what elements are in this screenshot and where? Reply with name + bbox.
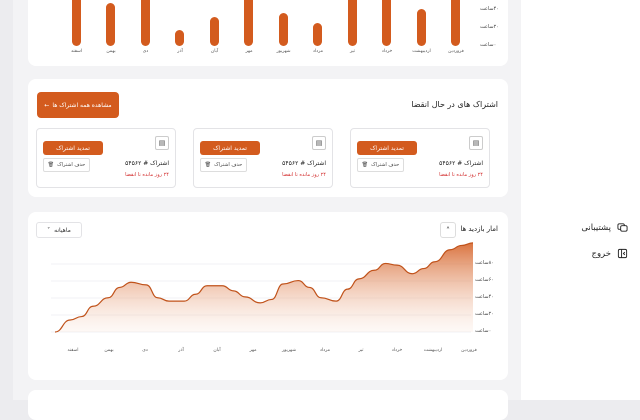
bar xyxy=(71,0,81,46)
renew-subscription-button[interactable]: تمدید اشتراک xyxy=(200,141,260,155)
renew-subscription-button[interactable]: تمدید اشتراک xyxy=(357,141,417,155)
bar xyxy=(278,12,288,46)
bottom-card xyxy=(28,390,508,420)
bar-x-label: اردیبهشت xyxy=(412,49,431,54)
bar xyxy=(451,0,460,46)
delete-subscription-button[interactable]: 🗑 حذف اشتراک xyxy=(357,158,404,172)
logout-icon xyxy=(617,248,628,259)
area-x-label: دی xyxy=(142,348,148,353)
bar xyxy=(209,16,219,46)
trash-icon: 🗑 xyxy=(47,162,55,168)
sidebar-item-support[interactable]: پشتیبانی xyxy=(581,222,628,233)
delete-subscription-button[interactable]: 🗑 حذف اشتراک xyxy=(200,158,247,172)
bar xyxy=(347,0,357,46)
area-x-label: اردیبهشت xyxy=(423,348,443,353)
area-x-label: بهمن xyxy=(104,348,114,353)
area-x-label: شهریور xyxy=(281,348,297,353)
bar-x-label: آبان xyxy=(210,49,219,54)
subscription-name: اشتراک # ۵۴۵۶۲ xyxy=(282,160,326,167)
bar-x-label: مهر xyxy=(245,49,253,54)
trash-icon: 🗑 xyxy=(204,162,212,168)
bar-chart: فروردین اردیبهشت خرداد تیر مرداد شهریور مهر آبا… xyxy=(28,0,508,66)
area-x-label: خرداد xyxy=(391,348,403,353)
bar xyxy=(313,23,322,46)
subscription-card: ▤ تمدید اشتراک 🗑 حذف اشتراک اشتراک # ۵۴۵۶… xyxy=(350,128,490,188)
visits-area-chart xyxy=(51,242,474,333)
sidebar: پشتیبانی خروج xyxy=(521,0,640,400)
area-y-tick: ۸۰ساعت xyxy=(475,260,494,266)
view-all-subscriptions-button[interactable]: ← مشاهده همه اشتراک ها xyxy=(37,92,119,118)
area-x-label: فروردین xyxy=(461,348,477,353)
trash-icon: 🗑 xyxy=(361,162,369,168)
bar-y-tick: ۴۰ساعت xyxy=(480,6,499,12)
bar xyxy=(416,8,426,46)
bar-x-label: آذر xyxy=(177,49,183,54)
delete-subscription-button[interactable]: 🗑 حذف اشتراک xyxy=(43,158,90,172)
bar xyxy=(106,3,115,46)
bar-x-label: تیر xyxy=(349,49,356,54)
bar xyxy=(382,0,391,46)
document-icon: ▤ xyxy=(469,136,483,150)
area-x-label: مهر xyxy=(249,348,257,353)
arrow-left-icon: ← xyxy=(44,101,50,109)
bar-x-label: شهریور xyxy=(276,49,291,54)
bar xyxy=(244,0,253,46)
bar-x-label: بهمن xyxy=(106,49,116,54)
area-y-tick: ۴۰ساعت xyxy=(475,294,494,300)
document-icon: ▤ xyxy=(155,136,169,150)
bar-x-label: دی xyxy=(142,49,149,54)
subscription-card: ▤ تمدید اشتراک 🗑 حذف اشتراک اشتراک # ۵۴۵۶… xyxy=(36,128,176,188)
area-x-label: آذر xyxy=(178,348,184,353)
bar xyxy=(175,30,184,46)
subscription-name: اشتراک # ۵۴۵۶۲ xyxy=(439,160,483,167)
area-y-tick: ۲۰ساعت xyxy=(475,311,494,317)
bar-x-label: خرداد xyxy=(381,49,393,54)
sidebar-item-logout[interactable]: خروج xyxy=(591,248,628,259)
bar-x-label: اسفند xyxy=(70,49,83,54)
area-x-label: تیر xyxy=(358,348,364,353)
top-chart-card: فروردین اردیبهشت خرداد تیر مرداد شهریور مهر آبا… xyxy=(28,0,508,66)
bar-x-label: فروردین xyxy=(448,49,464,54)
renew-subscription-button[interactable]: تمدید اشتراک xyxy=(43,141,103,155)
bar-y-tick: ۰ساعت xyxy=(480,42,497,48)
days-remaining: ۲۴ روز مانده تا انقضا xyxy=(282,172,326,178)
area-y-tick: ۰ساعت xyxy=(475,328,492,334)
bar-x-label: مرداد xyxy=(312,49,324,54)
area-x-label: مرداد xyxy=(319,348,331,353)
area-x-label: آبان xyxy=(213,348,221,353)
days-remaining: ۲۴ روز مانده تا انقضا xyxy=(439,172,483,178)
area-y-tick: ۶۰ساعت xyxy=(475,277,494,283)
area-x-label: اسفند xyxy=(67,348,79,353)
subscription-card: ▤ تمدید اشتراک 🗑 حذف اشتراک اشتراک # ۵۴۵۶… xyxy=(193,128,333,188)
support-icon xyxy=(617,223,628,232)
bar-y-tick: ۲۰ساعت xyxy=(480,24,499,30)
subscription-name: اشتراک # ۵۴۵۶۲ xyxy=(125,160,169,167)
days-remaining: ۲۴ روز مانده تا انقضا xyxy=(125,172,169,178)
section-title: اشتراک های در حال انقضا xyxy=(411,100,498,109)
main-content: فروردین اردیبهشت خرداد تیر مرداد شهریور مهر آبا… xyxy=(13,0,521,420)
bar xyxy=(140,0,150,46)
document-icon: ▤ xyxy=(312,136,326,150)
